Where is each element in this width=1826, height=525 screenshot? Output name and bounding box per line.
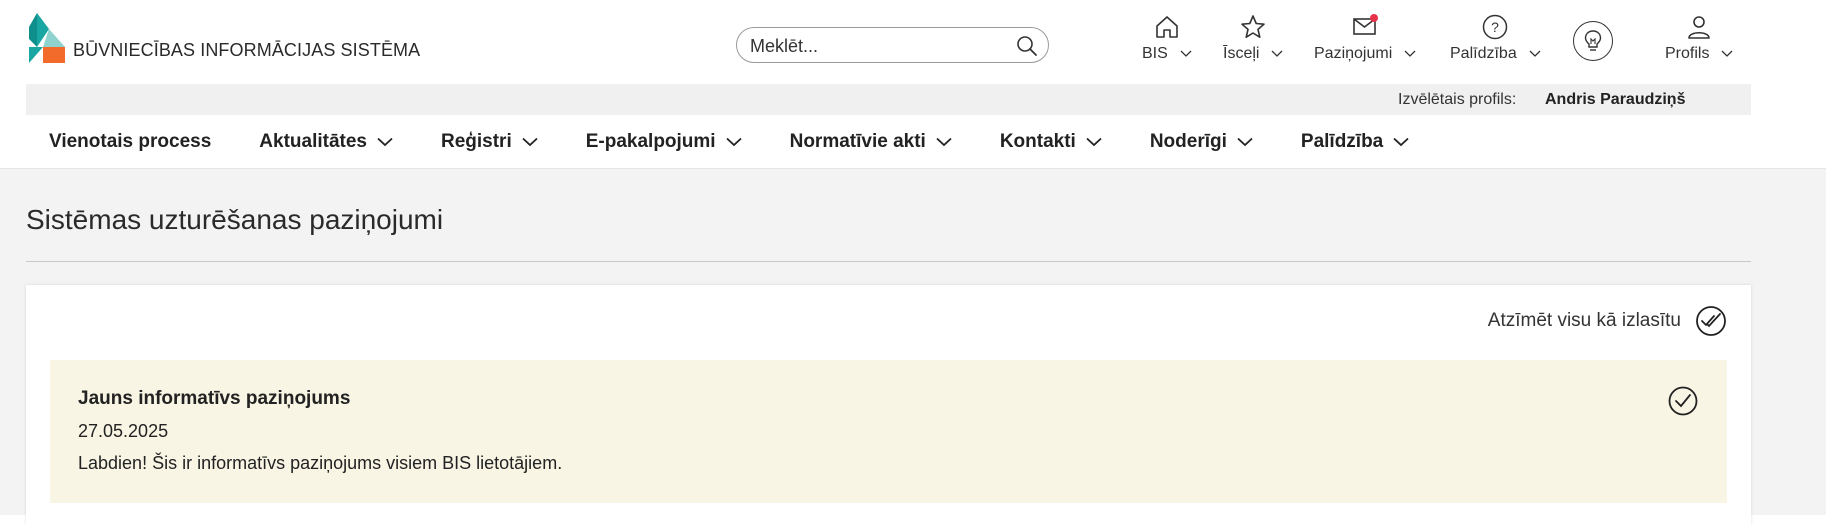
menu-item-label: Aktualitātes	[259, 131, 367, 152]
page-content: Sistēmas uzturēšanas paziņojumi Atzīmēt …	[0, 169, 1826, 525]
svg-text:?: ?	[1491, 19, 1499, 35]
menu-item-registri[interactable]: Reģistri	[417, 115, 562, 169]
mark-all-read-button[interactable]: Atzīmēt visu kā izlasītu	[1488, 305, 1727, 337]
menu-item-label: Reģistri	[440, 131, 512, 152]
menu-item-e-pakalpojumi[interactable]: E-pakalpojumi	[562, 115, 766, 169]
nav-palidziba-label: Palīdzība	[1450, 45, 1517, 62]
chevron-down-icon	[1529, 50, 1541, 57]
user-icon	[1684, 12, 1714, 42]
profile-name[interactable]: Andris Paraudziņš	[1545, 91, 1685, 109]
chevron-down-icon	[377, 137, 393, 147]
notification-body: Labdien! Šis ir informatīvs paziņojums v…	[78, 453, 563, 473]
chevron-down-icon	[1237, 137, 1253, 147]
menu-item-palidziba[interactable]: Palīdzība	[1277, 115, 1433, 169]
chevron-down-icon	[936, 137, 952, 147]
menu-item-label: Kontakti	[999, 131, 1076, 152]
nav-profils[interactable]: Profils	[1665, 12, 1733, 63]
title-divider	[26, 261, 1751, 262]
menu-item-label: Palīdzība	[1300, 131, 1384, 152]
menu-item-vienotais-process[interactable]: Vienotais process	[26, 115, 235, 169]
menu-item-kontakti[interactable]: Kontakti	[976, 115, 1126, 169]
profile-label: Izvēlētais profils:	[1398, 91, 1517, 108]
page-title: Sistēmas uzturēšanas paziņojumi	[26, 204, 444, 235]
nav-isceli-label: Īsceļi	[1223, 45, 1260, 62]
star-icon	[1238, 12, 1268, 42]
lightbulb-button[interactable]	[1573, 21, 1613, 61]
chevron-down-icon	[1180, 50, 1192, 57]
top-header: BŪVNIECĪBAS INFORMĀCIJAS SISTĒMA BIS Īsc…	[0, 0, 1826, 84]
mark-all-read-label: Atzīmēt visu kā izlasītu	[1487, 310, 1681, 331]
mail-icon	[1350, 12, 1380, 42]
notifications-card: Atzīmēt visu kā izlasītu Jauns informatī…	[26, 285, 1751, 525]
nav-pazinojumi-label: Paziņojumi	[1314, 45, 1393, 62]
chevron-down-icon	[725, 137, 742, 147]
bis-logo[interactable]: BŪVNIECĪBAS INFORMĀCIJAS SISTĒMA	[29, 13, 420, 63]
chevron-down-icon	[522, 137, 538, 147]
menu-item-normativie-akti[interactable]: Normatīvie akti	[766, 115, 976, 169]
search-box	[736, 27, 1049, 63]
menu-item-aktualitates[interactable]: Aktualitātes	[235, 115, 417, 169]
chevron-down-icon	[1271, 50, 1283, 57]
chevron-down-icon	[1404, 50, 1416, 57]
notification-date: 27.05.2025	[78, 421, 169, 441]
nav-bis[interactable]: BIS	[1142, 12, 1192, 63]
bis-logo-icon	[29, 13, 65, 63]
nav-palidziba[interactable]: ? Palīdzība	[1450, 12, 1541, 63]
menu-item-noderigi[interactable]: Noderīgi	[1126, 115, 1277, 169]
notification-dot	[1370, 14, 1379, 22]
nav-pazinojumi[interactable]: Paziņojumi	[1314, 12, 1416, 63]
menu-item-label: E-pakalpojumi	[585, 131, 716, 152]
menu-item-label: Vienotais process	[49, 131, 212, 152]
home-icon	[1152, 12, 1182, 42]
search-icon[interactable]	[1016, 35, 1038, 57]
menu-item-label: Normatīvie akti	[789, 131, 926, 152]
help-icon: ?	[1480, 12, 1510, 42]
main-menu: Vienotais process Aktualitātes Reģistri …	[26, 115, 1751, 169]
profile-bar: Izvēlētais profils: Andris Paraudziņš	[26, 84, 1751, 115]
nav-isceli[interactable]: Īsceļi	[1223, 12, 1283, 63]
notification-title: Jauns informatīvs paziņojums	[78, 388, 351, 409]
lightbulb-icon	[1584, 30, 1602, 51]
menu-item-label: Noderīgi	[1149, 131, 1227, 152]
notification-item[interactable]: Jauns informatīvs paziņojums 27.05.2025 …	[50, 360, 1727, 503]
chevron-down-icon	[1721, 50, 1733, 57]
logo-text: BŪVNIECĪBAS INFORMĀCIJAS SISTĒMA	[73, 40, 421, 60]
nav-profils-label: Profils	[1665, 45, 1710, 62]
chevron-down-icon	[1393, 137, 1409, 147]
mark-read-check-icon[interactable]	[1667, 385, 1699, 417]
chevron-down-icon	[1086, 137, 1102, 147]
search-input[interactable]	[748, 33, 1002, 59]
double-check-icon	[1696, 306, 1726, 336]
nav-bis-label: BIS	[1142, 45, 1168, 62]
